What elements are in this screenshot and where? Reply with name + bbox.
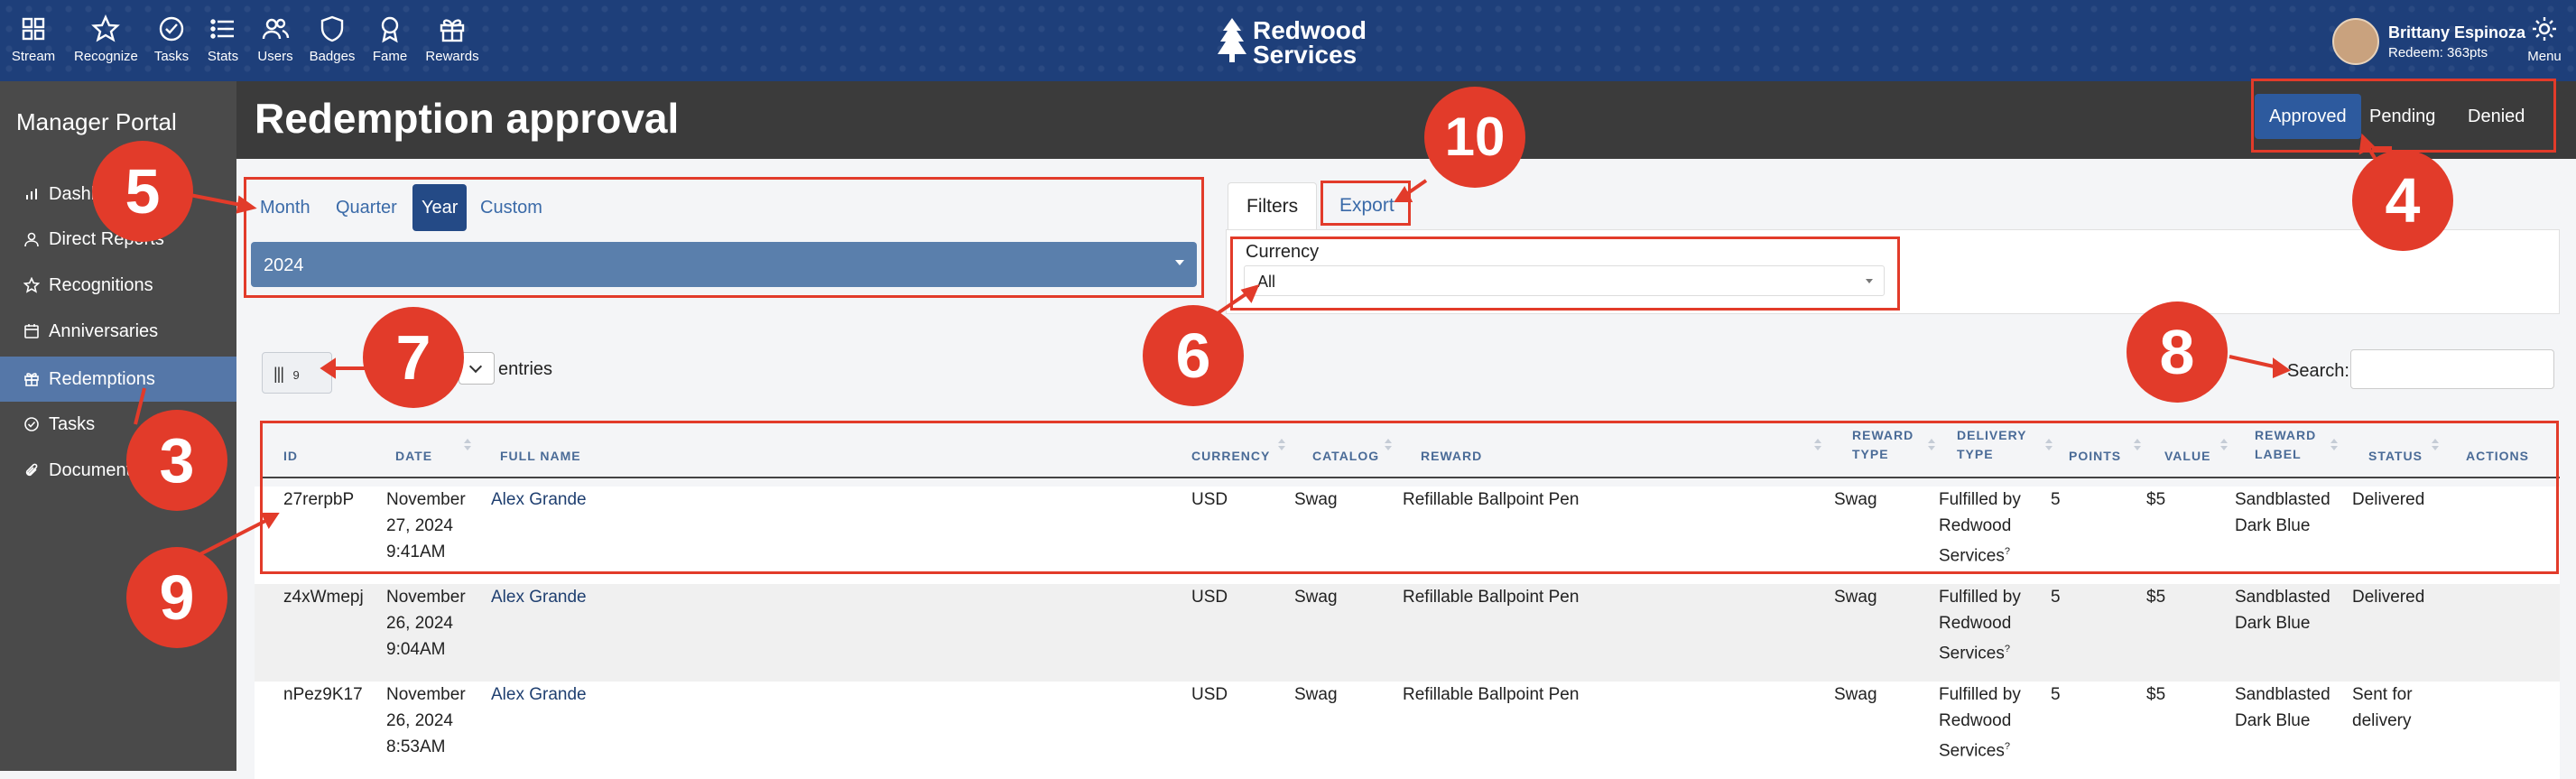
annotation-box-currency: [1230, 236, 1900, 311]
annotation-box-tabs: [2251, 79, 2556, 153]
cell-value: $5: [2146, 685, 2166, 704]
nav-label: Fame: [372, 49, 408, 64]
cell-id: nPez9K17: [283, 685, 363, 704]
portal-title: Manager Portal: [16, 108, 177, 135]
cell-currency: USD: [1191, 685, 1228, 704]
annotation-7: 7: [363, 307, 464, 408]
annotation-9: 9: [126, 547, 227, 648]
menu-label: Menu: [2527, 49, 2562, 64]
search-label: Search:: [2287, 361, 2349, 381]
sidebar-item-redemptions[interactable]: Redemptions: [0, 357, 236, 402]
user-name: Brittany Espinoza: [2388, 23, 2526, 42]
user-icon: [24, 232, 39, 247]
cell-reward-type: Swag: [1834, 685, 1877, 704]
table-row[interactable]: z4xWmepj November 26, 2024 9:04AM Alex Gra…: [255, 584, 2560, 682]
entries-label: entries: [498, 359, 553, 379]
gift-icon: [24, 373, 39, 386]
gift-icon: [440, 19, 465, 42]
cell-catalog: Swag: [1294, 588, 1338, 607]
nav-users[interactable]: Users: [244, 14, 307, 64]
annotation-3: 3: [126, 410, 227, 511]
cell-full-name[interactable]: Alex Grande: [491, 682, 587, 708]
grid-icon: [22, 17, 45, 41]
annotation-box-export: [1320, 181, 1411, 226]
menu-button[interactable]: Menu: [2522, 14, 2567, 64]
annotation-box-row: [260, 421, 2559, 574]
sidebar-item-label: Tasks: [49, 413, 96, 434]
nav-fame[interactable]: Fame: [358, 14, 422, 64]
sidebar-item-recognitions[interactable]: Recognitions: [0, 263, 236, 308]
shield-icon: [320, 15, 344, 42]
cell-points: 5: [2051, 588, 2061, 607]
nav-label: Badges: [309, 49, 356, 64]
calendar-icon: [24, 324, 39, 338]
annotation-5: 5: [92, 141, 193, 242]
nav-label: Rewards: [425, 49, 479, 64]
columns-count: 9: [292, 368, 300, 382]
chevron-down-icon: [468, 359, 483, 374]
entries-select[interactable]: [459, 352, 495, 385]
nav-rewards[interactable]: Rewards: [421, 14, 484, 64]
cell-catalog: Swag: [1294, 685, 1338, 704]
top-navigation: Stream Recognize Tasks Stats Users Badge…: [0, 0, 2576, 81]
check-circle-icon: [24, 417, 39, 431]
cell-currency: USD: [1191, 588, 1228, 607]
sidebar-item-label: Redemptions: [49, 368, 155, 389]
cell-delivery-type: Fulfilled by Redwood Services?: [1939, 685, 2021, 761]
help-icon: ?: [2004, 741, 2010, 752]
cell-reward: Refillable Ballpoint Pen: [1403, 685, 1580, 704]
cell-status: Sent for delivery: [2352, 685, 2413, 730]
cell-reward-label: Sandblasted Dark Blue: [2235, 685, 2330, 730]
cell-delivery-type: Fulfilled by Redwood Services?: [1939, 588, 2021, 663]
sidebar-item-label: Anniversaries: [49, 320, 159, 341]
list-icon: [210, 19, 234, 39]
award-icon: [381, 16, 399, 43]
annotation-10: 10: [1424, 87, 1525, 188]
nav-label: Stream: [11, 49, 56, 64]
sidebar-item-label: Recognitions: [49, 274, 153, 295]
annotation-box-period: [244, 177, 1204, 298]
page-header: Redemption approval Approved Pending Den…: [236, 81, 2576, 159]
logo-text: Redwood Services: [1253, 16, 1367, 69]
avatar: [2332, 18, 2379, 65]
annotation-4: 4: [2352, 150, 2453, 251]
nav-label: Users: [257, 49, 293, 64]
star-icon: [23, 277, 40, 293]
paperclip-icon: [25, 463, 38, 477]
cell-reward-label: Sandblasted Dark Blue: [2235, 588, 2330, 633]
sidebar-item-anniversaries[interactable]: Anniversaries: [0, 309, 236, 354]
star-icon: [91, 14, 120, 42]
cell-status: Delivered: [2352, 588, 2425, 607]
table-row[interactable]: nPez9K17 November 26, 2024 8:53AM Alex Gra…: [255, 682, 2560, 779]
tree-icon: [1218, 18, 1246, 62]
help-icon: ?: [2004, 644, 2010, 654]
nav-stream[interactable]: Stream: [2, 14, 65, 64]
sidebar-item-label: Document: [49, 459, 132, 480]
cell-date: November 26, 2024 8:53AM: [386, 685, 466, 756]
page-title: Redemption approval: [255, 95, 680, 142]
user-points: Redeem: 363pts: [2388, 45, 2488, 60]
nav-recognize[interactable]: Recognize: [74, 14, 138, 64]
bar-chart-icon: [26, 189, 37, 199]
cell-reward-type: Swag: [1834, 588, 1877, 607]
check-circle-icon: [159, 16, 184, 42]
annotation-6: 6: [1143, 305, 1244, 406]
cell-id: z4xWmepj: [283, 588, 364, 607]
columns-icon: |||: [273, 365, 284, 383]
users-icon: [262, 18, 290, 40]
cell-full-name[interactable]: Alex Grande: [491, 584, 587, 610]
cell-reward: Refillable Ballpoint Pen: [1403, 588, 1580, 607]
search-input[interactable]: [2350, 349, 2554, 389]
cell-points: 5: [2051, 685, 2061, 704]
annotation-8: 8: [2127, 301, 2228, 403]
nav-badges[interactable]: Badges: [301, 14, 364, 64]
nav-label: Recognize: [74, 49, 138, 64]
cell-value: $5: [2146, 588, 2166, 607]
cell-date: November 26, 2024 9:04AM: [386, 588, 466, 659]
column-visibility-button[interactable]: ||| 9: [262, 352, 332, 394]
tab-filters[interactable]: Filters: [1228, 182, 1318, 229]
gear-icon: [2533, 17, 2556, 41]
